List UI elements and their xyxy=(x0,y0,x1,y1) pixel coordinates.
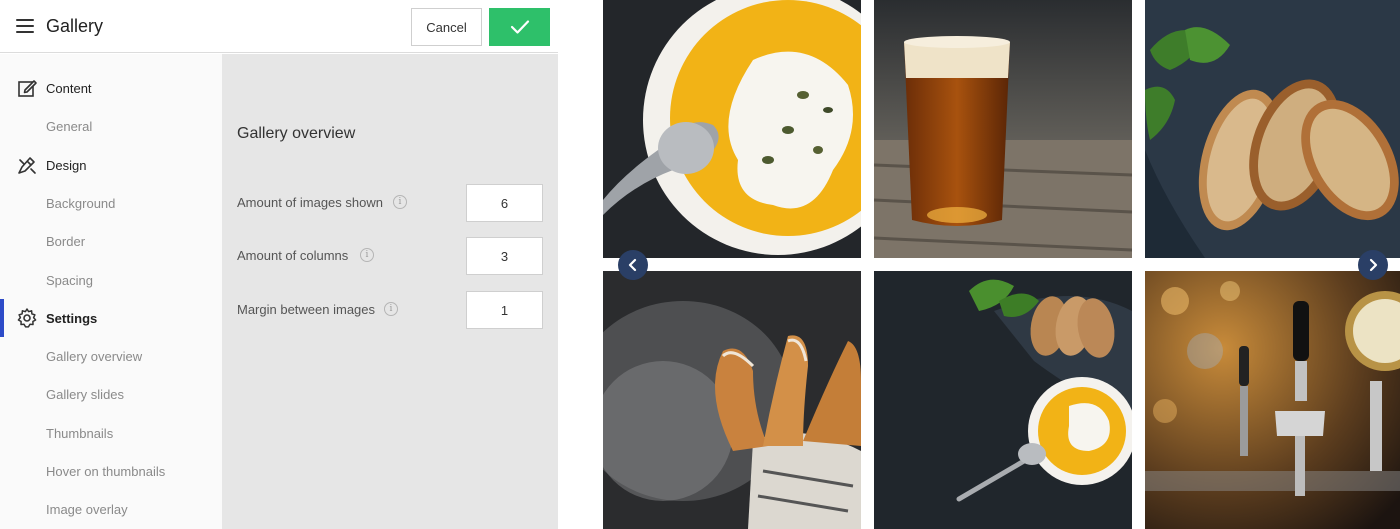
field-columns: Amount of columns i xyxy=(237,237,543,275)
menu-icon[interactable] xyxy=(16,19,34,33)
sidebar: Content General Design Background Border… xyxy=(0,54,222,529)
checkmark-icon xyxy=(510,20,529,34)
sidebar-item-background[interactable]: Background xyxy=(0,188,222,218)
info-icon[interactable]: i xyxy=(360,248,374,262)
field-label: Amount of columns xyxy=(237,248,349,263)
field-images-shown: Amount of images shown i xyxy=(237,184,543,222)
sidebar-item-label: Design xyxy=(46,157,87,173)
gear-icon xyxy=(17,308,37,328)
images-shown-input[interactable] xyxy=(466,184,543,222)
sidebar-item-label: Image overlay xyxy=(46,501,128,517)
soup-and-bread-image[interactable] xyxy=(874,271,1132,529)
sidebar-item-hover-on-thumbnails[interactable]: Hover on thumbnails xyxy=(0,456,222,486)
prev-arrow-button[interactable] xyxy=(618,250,648,280)
next-arrow-button[interactable] xyxy=(1358,250,1388,280)
sidebar-item-label: Thumbnails xyxy=(46,425,114,441)
field-label: Margin between images xyxy=(237,302,376,317)
beer-taps-image[interactable] xyxy=(1145,271,1400,529)
columns-input[interactable] xyxy=(466,237,543,275)
sidebar-item-label: Content xyxy=(46,80,92,96)
sidebar-item-label: Spacing xyxy=(46,272,93,288)
edit-icon xyxy=(18,80,37,97)
editor-panel: Gallery Cancel Content General Design Ba… xyxy=(0,0,558,529)
sidebar-item-image-overlay[interactable]: Image overlay xyxy=(0,494,222,524)
churros-image[interactable] xyxy=(603,271,861,529)
sidebar-item-label: Hover on thumbnails xyxy=(46,463,166,479)
gallery-preview xyxy=(558,0,1400,529)
sidebar-item-gallery-overview[interactable]: Gallery overview xyxy=(0,341,222,371)
page-title: Gallery xyxy=(46,16,104,36)
sidebar-item-border[interactable]: Border xyxy=(0,226,222,256)
sidebar-item-design[interactable]: Design xyxy=(0,150,222,180)
toasted-bread-image[interactable] xyxy=(1145,0,1400,258)
sidebar-item-label: Background xyxy=(46,195,116,211)
field-label: Amount of images shown xyxy=(237,195,383,210)
brush-icon xyxy=(18,157,36,174)
sidebar-item-settings[interactable]: Settings xyxy=(0,299,222,337)
sidebar-item-gallery-slides[interactable]: Gallery slides xyxy=(0,379,222,409)
sidebar-item-thumbnails[interactable]: Thumbnails xyxy=(0,418,222,448)
section-title: Gallery overview xyxy=(237,125,356,142)
sidebar-item-label: Gallery slides xyxy=(46,386,125,402)
field-margin: Margin between images i xyxy=(237,291,543,329)
sidebar-item-general[interactable]: General xyxy=(0,111,222,141)
sidebar-item-label: Border xyxy=(46,233,86,249)
settings-panel: Gallery overview Amount of images shown … xyxy=(222,54,558,529)
beer-glass-image[interactable] xyxy=(874,0,1132,258)
sidebar-item-label: Gallery overview xyxy=(46,348,143,364)
confirm-button[interactable] xyxy=(489,8,550,46)
chevron-left-icon xyxy=(628,258,637,272)
info-icon[interactable]: i xyxy=(393,195,407,209)
margin-input[interactable] xyxy=(466,291,543,329)
sidebar-item-spacing[interactable]: Spacing xyxy=(0,265,222,295)
cancel-button[interactable]: Cancel xyxy=(411,8,482,46)
pumpkin-soup-image[interactable] xyxy=(603,0,861,258)
top-bar: Gallery Cancel xyxy=(0,0,558,53)
info-icon[interactable]: i xyxy=(384,302,398,316)
sidebar-item-label: General xyxy=(46,118,93,134)
chevron-right-icon xyxy=(1369,258,1378,272)
active-indicator xyxy=(0,299,4,337)
sidebar-item-label: Settings xyxy=(46,310,98,326)
sidebar-item-content[interactable]: Content xyxy=(0,73,222,103)
